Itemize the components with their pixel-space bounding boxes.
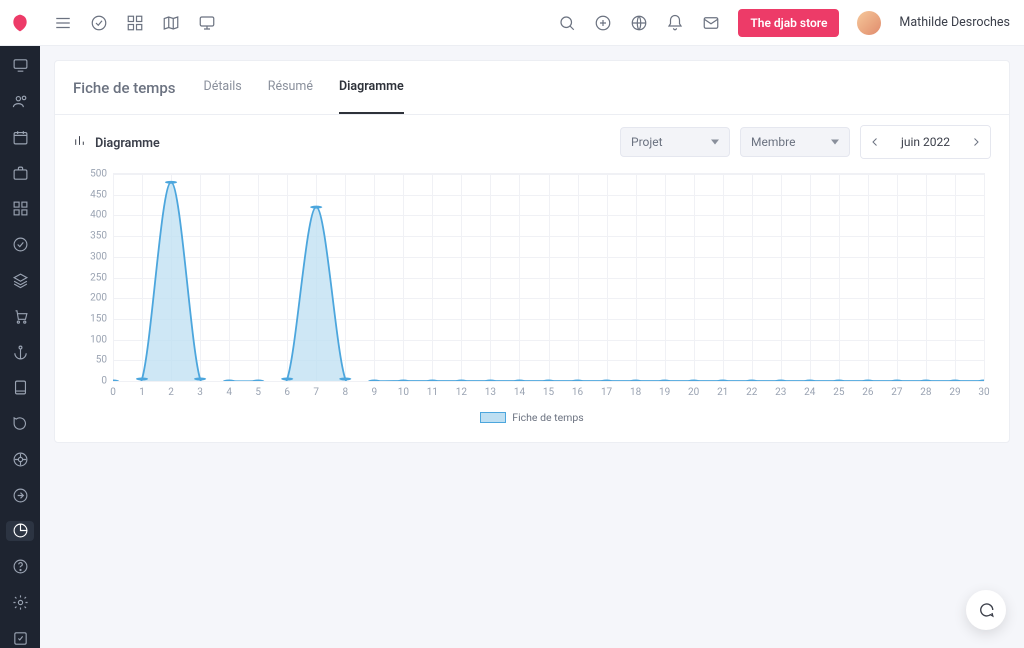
sidebar	[0, 46, 40, 648]
timesheet-chart: 0501001502002503003504004505000123456789…	[73, 169, 991, 405]
date-next-button[interactable]	[962, 126, 990, 158]
legend-label: Fiche de temps	[512, 411, 583, 424]
sidebar-item-logout[interactable]	[6, 485, 34, 505]
content-area: Fiche de temps Détails Résumé Diagramme …	[40, 46, 1024, 648]
map-icon[interactable]	[162, 14, 180, 32]
user-name: Mathilde Desroches	[899, 15, 1010, 30]
tabs: Détails Résumé Diagramme	[203, 61, 403, 114]
check-circle-icon[interactable]	[90, 14, 108, 32]
sidebar-item-calendar[interactable]	[6, 128, 34, 148]
sidebar-item-anchor[interactable]	[6, 342, 34, 362]
sidebar-item-chat[interactable]	[6, 414, 34, 434]
apps-icon[interactable]	[126, 14, 144, 32]
monitor-icon[interactable]	[198, 14, 216, 32]
app-logo[interactable]	[0, 0, 40, 46]
top-right-tools: The djab store Mathilde Desroches	[558, 9, 1010, 37]
search-icon[interactable]	[558, 14, 576, 32]
panel-header: Diagramme Projet Membre juin 2022	[55, 115, 1009, 165]
sidebar-item-cart[interactable]	[6, 306, 34, 326]
filter-project[interactable]: Projet	[620, 127, 730, 157]
date-navigator: juin 2022	[860, 125, 991, 159]
chart-container: 0501001502002503003504004505000123456789…	[55, 165, 1009, 442]
add-circle-icon[interactable]	[594, 14, 612, 32]
filter-member[interactable]: Membre	[740, 127, 850, 157]
top-left-tools	[54, 14, 216, 32]
sidebar-item-layers[interactable]	[6, 271, 34, 291]
timesheet-card: Fiche de temps Détails Résumé Diagramme …	[54, 60, 1010, 443]
legend-swatch	[480, 412, 506, 423]
chart-legend: Fiche de temps	[73, 411, 991, 424]
sidebar-item-help[interactable]	[6, 557, 34, 577]
panel-title-text: Diagramme	[95, 136, 160, 151]
date-label[interactable]: juin 2022	[889, 126, 962, 158]
sidebar-item-support[interactable]	[6, 449, 34, 469]
sidebar-item-apps[interactable]	[6, 199, 34, 219]
bar-chart-icon	[73, 134, 86, 147]
avatar[interactable]	[857, 11, 881, 35]
tab-resume[interactable]: Résumé	[268, 61, 313, 114]
bell-icon[interactable]	[666, 14, 684, 32]
panel-title: Diagramme	[73, 134, 160, 151]
menu-icon[interactable]	[54, 14, 72, 32]
chat-fab[interactable]	[966, 590, 1006, 630]
sidebar-item-settings[interactable]	[6, 592, 34, 612]
tab-details[interactable]: Détails	[203, 61, 241, 114]
globe-icon[interactable]	[630, 14, 648, 32]
sidebar-item-users[interactable]	[6, 92, 34, 112]
page-title: Fiche de temps	[73, 79, 175, 97]
sidebar-item-tasks[interactable]	[6, 235, 34, 255]
sidebar-item-edit[interactable]	[6, 628, 34, 648]
sidebar-item-briefcase[interactable]	[6, 163, 34, 183]
sidebar-item-dashboard[interactable]	[6, 56, 34, 76]
tab-diagramme[interactable]: Diagramme	[339, 61, 404, 114]
date-prev-button[interactable]	[861, 126, 889, 158]
store-button[interactable]: The djab store	[738, 9, 839, 37]
sidebar-item-book[interactable]	[6, 378, 34, 398]
sidebar-item-reports[interactable]	[6, 521, 34, 541]
mail-icon[interactable]	[702, 14, 720, 32]
topbar: The djab store Mathilde Desroches	[0, 0, 1024, 46]
card-header: Fiche de temps Détails Résumé Diagramme	[55, 61, 1009, 115]
